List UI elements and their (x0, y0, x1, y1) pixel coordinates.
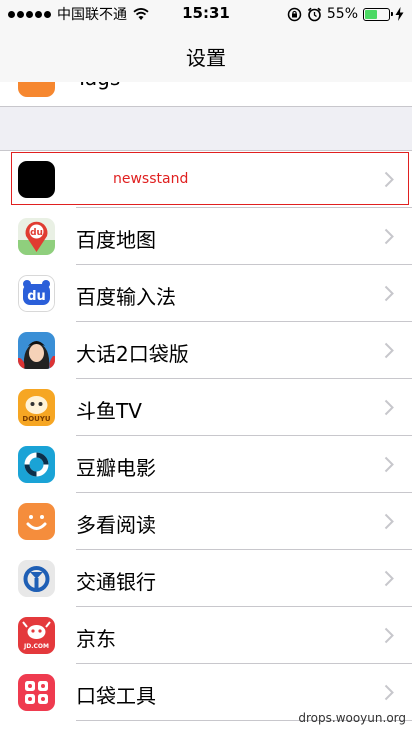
highlight-box (11, 152, 409, 205)
chevron-right-icon (384, 399, 394, 416)
settings-row-dahua2[interactable]: 大话2口袋版 (0, 322, 412, 379)
battery-level-fill (365, 9, 377, 19)
douyu-icon: DOUYU (18, 389, 55, 426)
settings-row-label: 大话2口袋版 (76, 342, 189, 366)
status-bar-right: 55% (287, 5, 404, 23)
svg-text:du: du (30, 228, 43, 238)
baidu-input-icon: du (18, 275, 55, 312)
settings-row-bankcomm[interactable]: 交通银行 (0, 550, 412, 607)
rotation-lock-icon (287, 7, 302, 21)
settings-row-label: 百度输入法 (76, 285, 176, 309)
section-gap (0, 106, 412, 151)
svg-text:JD.COM: JD.COM (23, 643, 49, 650)
jd-icon: JD.COM (18, 617, 55, 654)
settings-row-baidu-input[interactable]: du 百度输入法 (0, 265, 412, 322)
navigation-bar: 设置 (0, 28, 412, 82)
settings-row-label: 百度地图 (76, 228, 156, 252)
pocket-tools-icon (18, 674, 55, 711)
chevron-right-icon (384, 228, 394, 245)
settings-row-tags[interactable]: Tags (0, 82, 412, 106)
chevron-right-icon (384, 456, 394, 473)
tags-app-icon (18, 82, 55, 97)
chevron-right-icon (384, 570, 394, 587)
settings-row-jd[interactable]: JD.COM 京东 (0, 607, 412, 664)
baidu-map-icon: du (18, 218, 55, 255)
svg-text:DOUYU: DOUYU (22, 415, 51, 423)
watermark-text: drops.wooyun.org (298, 711, 406, 725)
chevron-right-icon (384, 342, 394, 359)
duokan-icon (18, 503, 55, 540)
douban-movie-icon (18, 446, 55, 483)
settings-row-newsstand[interactable]: newsstand (0, 151, 412, 208)
bankcomm-icon (18, 560, 55, 597)
dahua2-icon (18, 332, 55, 369)
alarm-icon (307, 7, 321, 21)
settings-row-douban-movie[interactable]: 豆瓣电影 (0, 436, 412, 493)
settings-row-label: 口袋工具 (76, 684, 156, 708)
battery-icon (363, 7, 393, 21)
settings-row-label: 斗鱼TV (76, 399, 142, 423)
settings-row-label: 京东 (76, 627, 116, 651)
chevron-right-icon (384, 684, 394, 701)
chevron-right-icon (384, 513, 394, 530)
chevron-right-icon (384, 285, 394, 302)
svg-text:du: du (27, 289, 46, 304)
settings-row-label: 多看阅读 (76, 513, 156, 537)
app-settings-list: newsstand du 百度地图 du 百度输入法 大话2口袋版 DOUYU … (0, 151, 412, 721)
settings-row-label: Tags (76, 82, 120, 90)
status-bar: 中国联不通 15:31 55% (0, 0, 412, 28)
charging-bolt-icon (395, 7, 404, 21)
battery-percent: 55% (326, 6, 358, 22)
settings-row-duokan[interactable]: 多看阅读 (0, 493, 412, 550)
chevron-right-icon (384, 627, 394, 644)
settings-row-label: 交通银行 (76, 570, 156, 594)
settings-row-label: 豆瓣电影 (76, 456, 156, 480)
page-title: 设置 (186, 46, 226, 70)
settings-row-baidu-map[interactable]: du 百度地图 (0, 208, 412, 265)
settings-row-douyu[interactable]: DOUYU 斗鱼TV (0, 379, 412, 436)
